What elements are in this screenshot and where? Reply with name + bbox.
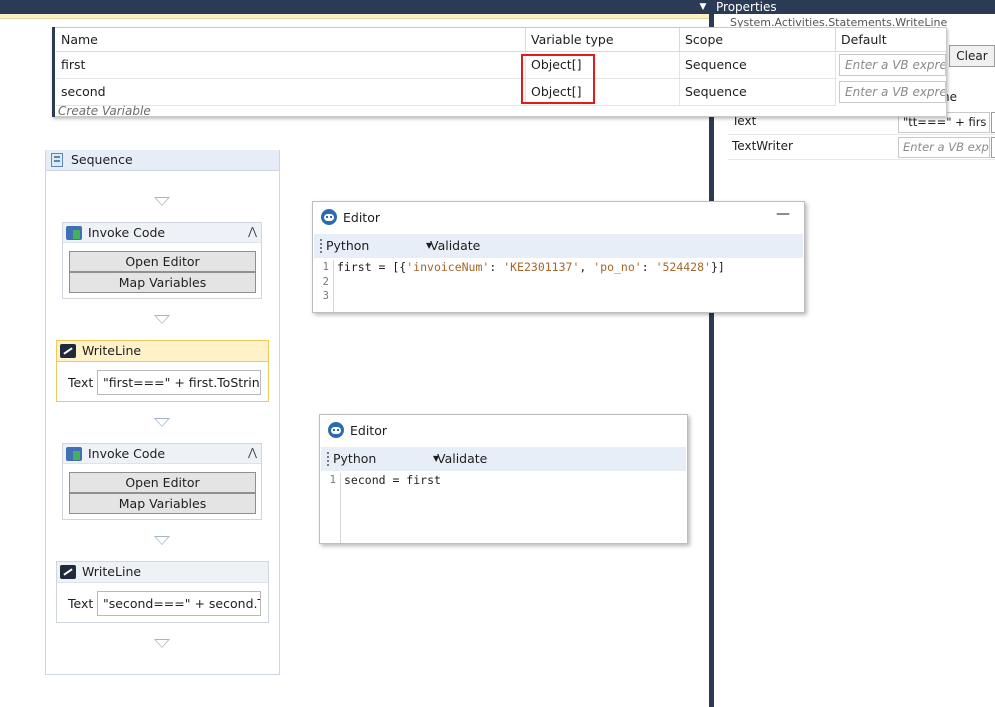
- property-label: TextWriter: [732, 139, 793, 153]
- variables-panel-edge: [52, 27, 55, 117]
- minimize-icon[interactable]: —: [776, 206, 790, 222]
- column-header-scope[interactable]: Scope: [680, 28, 836, 52]
- activity-title: WriteLine: [82, 564, 142, 579]
- variables-panel: Name Variable type Scope Default first O…: [52, 27, 947, 117]
- variable-default-input[interactable]: Enter a VB express: [839, 81, 946, 103]
- invoke-code-activity[interactable]: Invoke Code ⋀ Open Editor Map Variables: [62, 443, 262, 520]
- validate-button[interactable]: Validate: [437, 450, 487, 468]
- robot-icon: [328, 422, 344, 438]
- properties-header: Properties: [714, 0, 995, 14]
- language-value: Python: [333, 451, 377, 466]
- robot-icon: [321, 209, 337, 225]
- writeline-icon: [60, 344, 76, 358]
- code-editor-window[interactable]: Editor — Python ▼ Validate 1 2 3 first =…: [312, 201, 805, 313]
- editor-title: Editor: [343, 210, 380, 225]
- sequence-title: Sequence: [71, 152, 133, 167]
- code-token: first = [{: [337, 260, 407, 274]
- variable-scope-cell[interactable]: Sequence: [680, 79, 836, 106]
- designer-breadcrumb-strip: [0, 14, 712, 19]
- code-editor-window[interactable]: Editor Python ▼ Validate 1 second = firs…: [319, 414, 688, 544]
- code-string: '524428': [655, 260, 711, 274]
- code-string: 'KE2301137': [503, 260, 580, 274]
- arrow-down-icon[interactable]: [154, 418, 170, 427]
- writeline-text-input[interactable]: "second===" + second.To: [97, 591, 261, 616]
- arrow-down-icon[interactable]: [154, 536, 170, 545]
- variable-type-highlight-box: [521, 54, 595, 104]
- line-number: 3: [322, 290, 329, 302]
- variable-name-cell[interactable]: second: [56, 79, 526, 106]
- property-ellipsis-button[interactable]: [991, 112, 995, 133]
- column-header-variable-type[interactable]: Variable type: [526, 28, 680, 52]
- sequence-icon: [51, 153, 63, 167]
- arrow-down-icon[interactable]: [154, 315, 170, 324]
- variable-name-cell[interactable]: first: [56, 52, 526, 79]
- writeline-text-input[interactable]: "first===" + first.ToString: [97, 370, 261, 395]
- arrow-down-icon[interactable]: [154, 639, 170, 648]
- map-variables-button[interactable]: Map Variables: [69, 272, 256, 293]
- activity-title: Invoke Code: [88, 446, 166, 461]
- writeline-activity[interactable]: WriteLine Text "second===" + second.To: [56, 561, 269, 623]
- create-variable-link[interactable]: Create Variable: [58, 104, 151, 118]
- activity-title: WriteLine: [82, 343, 142, 358]
- property-ellipsis-button[interactable]: [991, 137, 995, 158]
- invoke-code-icon: [66, 226, 82, 240]
- open-editor-button[interactable]: Open Editor: [69, 251, 256, 272]
- toolbar-grip[interactable]: [320, 239, 322, 253]
- open-editor-button[interactable]: Open Editor: [69, 472, 256, 493]
- editor-toolbar: Python ▼ Validate: [321, 447, 686, 471]
- clear-button[interactable]: Clear: [949, 45, 995, 67]
- writeline-activity[interactable]: WriteLine Text "first===" + first.ToStri…: [56, 340, 269, 402]
- invoke-code-activity[interactable]: Invoke Code ⋀ Open Editor Map Variables: [62, 222, 262, 299]
- code-token: :: [489, 260, 504, 274]
- activity-title: Invoke Code: [88, 225, 166, 240]
- invoke-code-icon: [66, 447, 82, 461]
- line-number: 1: [329, 474, 336, 486]
- property-textwriter-input[interactable]: Enter a VB exp: [898, 137, 990, 158]
- writeline-icon: [60, 565, 76, 579]
- map-variables-button[interactable]: Map Variables: [69, 493, 256, 514]
- text-label: Text: [68, 596, 94, 611]
- code-area[interactable]: second = first: [344, 473, 441, 488]
- property-row-textwriter: TextWriter Enter a VB exp: [728, 135, 995, 160]
- editor-toolbar: Python ▼ Validate: [314, 234, 803, 258]
- variable-default-input[interactable]: Enter a VB express: [839, 54, 946, 76]
- code-string: 'invoiceNum': [406, 260, 490, 274]
- code-token: ,: [579, 260, 594, 274]
- toolbar-grip[interactable]: [327, 452, 329, 466]
- line-number-gutter: 1: [321, 473, 341, 543]
- code-token: }]: [710, 260, 725, 274]
- column-header-name[interactable]: Name: [56, 28, 526, 52]
- collapse-icon[interactable]: ⋀: [248, 446, 257, 459]
- code-string: 'po_no': [593, 260, 642, 274]
- column-header-default[interactable]: Default: [836, 28, 946, 52]
- language-dropdown[interactable]: Python ▼: [326, 237, 432, 255]
- designer-top-bar: [0, 0, 712, 14]
- arrow-down-icon[interactable]: [154, 197, 170, 206]
- language-value: Python: [326, 238, 370, 253]
- collapse-icon[interactable]: ⋀: [248, 225, 257, 238]
- validate-button[interactable]: Validate: [430, 237, 480, 255]
- code-token: :: [641, 260, 656, 274]
- code-area[interactable]: first = [{'invoiceNum': 'KE2301137', 'po…: [337, 260, 725, 275]
- text-label: Text: [68, 375, 94, 390]
- language-dropdown[interactable]: Python ▼: [333, 450, 439, 468]
- line-number-gutter: 1 2 3: [314, 260, 334, 312]
- line-number: 2: [322, 275, 329, 288]
- variable-scope-cell[interactable]: Sequence: [680, 52, 836, 79]
- editor-title: Editor: [350, 423, 387, 438]
- line-number: 1: [322, 261, 329, 273]
